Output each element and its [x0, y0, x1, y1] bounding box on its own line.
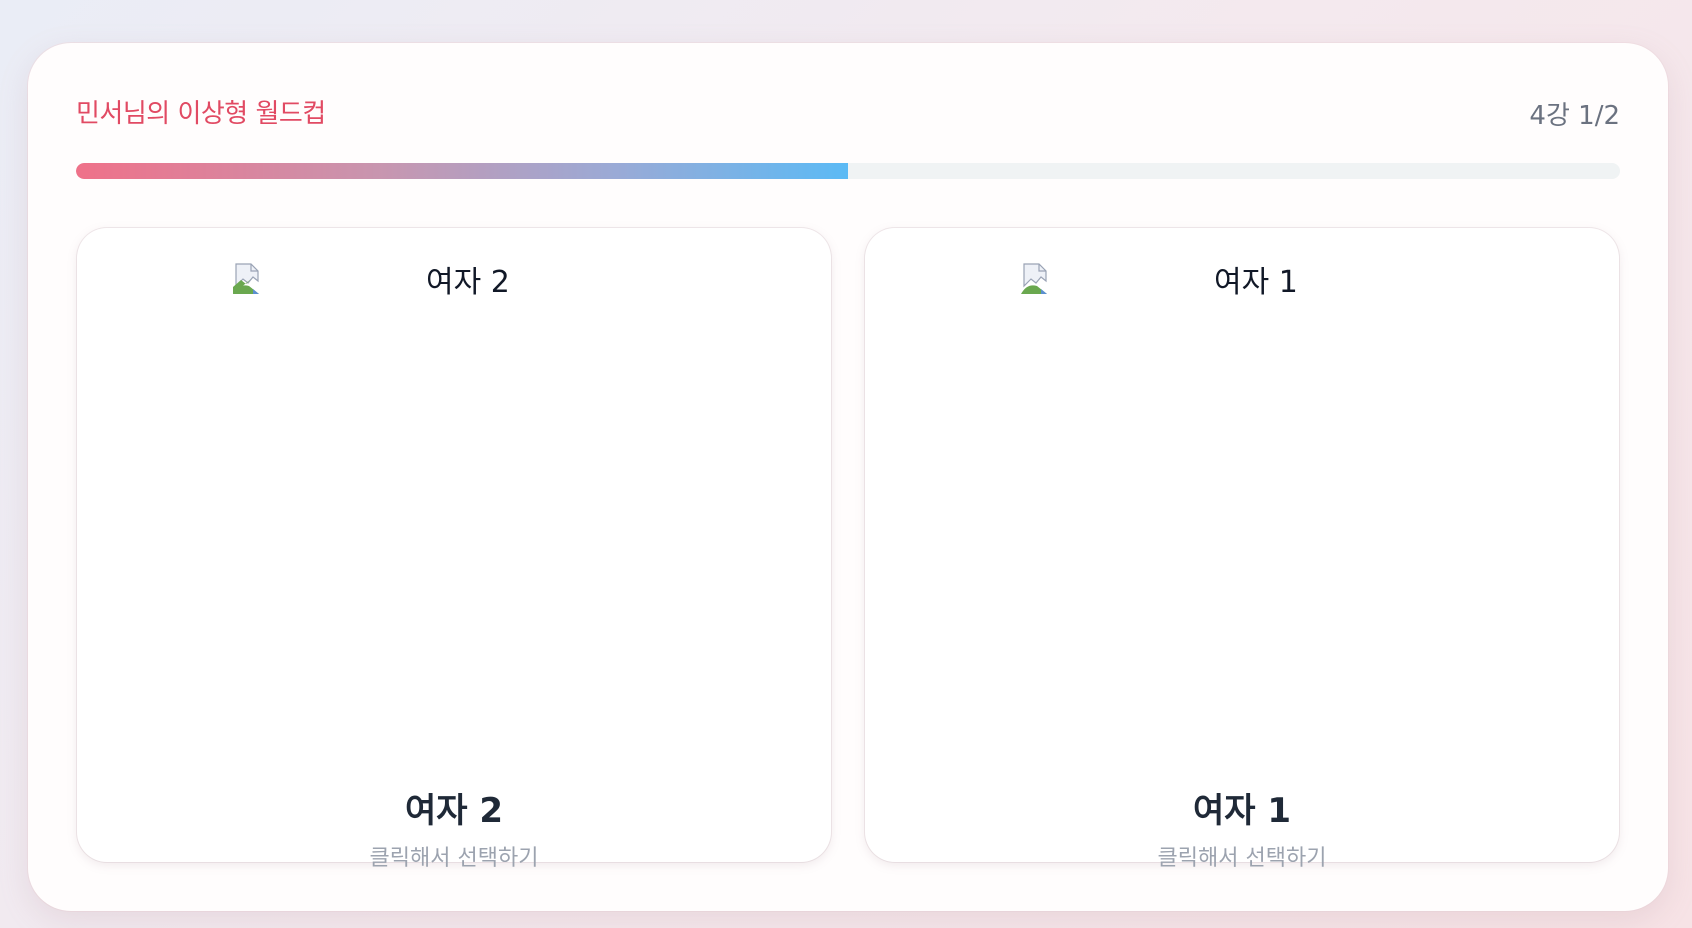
select-hint: 클릭해서 선택하기	[1157, 846, 1327, 871]
candidate-image[interactable]: 여자 1	[1017, 261, 1298, 300]
select-hint: 클릭해서 선택하기	[369, 846, 539, 871]
image-alt-text: 여자 2	[426, 265, 510, 300]
candidate-card-left[interactable]: 여자 2 여자 2 클릭해서 선택하기	[77, 228, 831, 871]
page-title: 민서님의 이상형 월드컵	[76, 99, 326, 129]
progress-fill	[76, 163, 848, 179]
round-indicator: 4강 1/2	[1529, 101, 1620, 131]
broken-image-icon	[233, 263, 259, 294]
progress-bar	[76, 163, 1620, 179]
candidate-name: 여자 1	[1192, 791, 1292, 831]
candidate-name: 여자 2	[404, 791, 504, 831]
worldcup-panel: 민서님의 이상형 월드컵 4강 1/2 여자 2 여자 2 클릭해서 선택하기	[28, 43, 1668, 911]
broken-image-icon	[1021, 263, 1047, 294]
candidate-image[interactable]: 여자 2	[229, 261, 510, 300]
image-alt-text: 여자 1	[1214, 265, 1298, 300]
candidate-card-right[interactable]: 여자 1 여자 1 클릭해서 선택하기	[865, 228, 1619, 871]
